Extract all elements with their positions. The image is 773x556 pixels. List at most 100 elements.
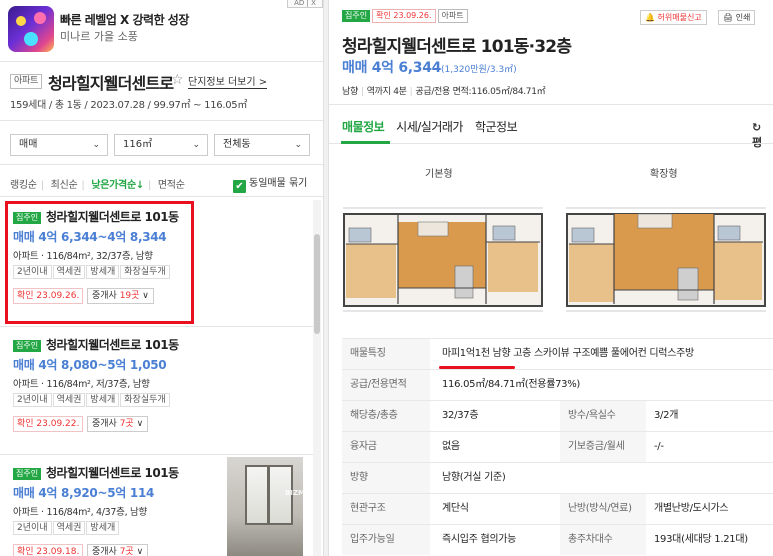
row-key: 현관구조	[342, 494, 430, 524]
group-same-listings-toggle[interactable]: ✔ 동일매물 묶기	[233, 174, 307, 193]
ad-close-button[interactable]: AD | X	[287, 0, 323, 8]
agent-count-button[interactable]: 중개사 7곳 ∨	[87, 416, 149, 432]
chevron-down-icon: ⌄	[92, 140, 100, 150]
detail-unit-price: (1,320만원/3.3㎡)	[441, 65, 517, 75]
tab-school-info[interactable]: 학군정보	[475, 120, 518, 134]
meta-station: 역까지 4분	[366, 87, 407, 97]
row-key: 해당층/총층	[342, 401, 430, 431]
agent-prefix: 중개사	[92, 547, 120, 556]
row-value: 32/37층	[442, 410, 479, 421]
owner-badge: 집주인	[342, 10, 371, 22]
owner-badge: 집주인	[13, 340, 42, 352]
favorite-star-icon[interactable]: ☆	[171, 72, 184, 88]
print-button[interactable]: 🖨 인쇄	[718, 10, 756, 25]
highlight-box	[5, 201, 194, 324]
sort-latest[interactable]: 최신순	[51, 180, 78, 191]
listing-price: 매매 4억 8,080~5억 1,050	[13, 358, 167, 372]
row-key: 입주가능일	[342, 525, 430, 555]
confirmed-badge: 확인 23.09.26.	[372, 9, 436, 23]
row-value: 없음	[442, 441, 460, 452]
trade-type-select[interactable]: 매매 ⌄	[10, 134, 108, 156]
photo-watermark: BIZMI	[285, 489, 308, 497]
listing-photo[interactable]: BIZMI	[227, 457, 308, 556]
table-row: 해당층/총층 32/37층 방수/욕실수 3/2개	[342, 400, 773, 431]
complex-summary: 159세대 / 총 1동 / 2023.07.28 / 99.97㎡ ~ 116…	[10, 100, 248, 111]
listing-desc: 아파트 · 116/84m², 저/37층, 남향	[13, 379, 150, 390]
tab-underline	[329, 143, 773, 144]
row-key: 방향	[342, 463, 430, 493]
listing-tag: 방세개	[86, 393, 120, 407]
row-value: 마피1억1천 남향 고층 스카이뷰 구조예쁨 풀에어컨 디럭스주방	[442, 348, 694, 359]
table-row: 방향 남향(거실 기준)	[342, 462, 773, 493]
floorplan-basic-label: 기본형	[425, 169, 453, 180]
scrollbar-thumb[interactable]	[314, 234, 320, 334]
agent-count-button[interactable]: 중개사 7곳 ∨	[87, 544, 149, 556]
ad-banner[interactable]: 빠른 레벨업 X 강력한 성장 미나르 가을 소풍 AD | X	[0, 0, 323, 62]
chevron-down-icon: ∨	[133, 419, 144, 429]
ad-thumbnail[interactable]	[8, 6, 54, 52]
listing-name: 청라힐지웰더센트로 101동	[46, 466, 179, 480]
ad-subtitle: 미나르 가을 소풍	[60, 30, 138, 43]
complex-info-more-link[interactable]: 단지정보 더보기 >	[188, 77, 268, 89]
agent-count: 7곳	[119, 419, 134, 429]
ad-title[interactable]: 빠른 레벨업 X 강력한 성장	[60, 11, 189, 28]
chevron-down-icon: ⌄	[192, 140, 200, 150]
divider	[0, 196, 323, 197]
divider	[329, 104, 773, 105]
row-key: 난방(방식/연료)	[560, 494, 646, 524]
dong-select[interactable]: 전체동 ⌄	[214, 134, 310, 156]
table-row: 매물특징 마피1억1천 남향 고층 스카이뷰 구조예쁨 풀에어컨 디럭스주방	[342, 338, 773, 369]
row-value: 계단식	[442, 503, 469, 514]
row-key: 공급/전용면적	[342, 370, 430, 400]
row-value: 3/2개	[654, 410, 679, 421]
divider	[0, 120, 323, 121]
complex-name: 청라힐지웰더센트로	[48, 74, 174, 93]
confirmed-date-badge: 확인 23.09.18.	[13, 544, 84, 556]
sort-area[interactable]: 면적순	[158, 180, 185, 191]
chevron-down-icon: ∨	[133, 547, 144, 556]
listing-item[interactable]: 집주인 청라힐지웰더센트로 101동 매매 4억 8,080~5억 1,050 …	[0, 327, 313, 455]
trade-type-value: 매매	[19, 139, 38, 150]
group-same-listings-label: 동일매물 묶기	[249, 178, 308, 189]
floorplan-extended-image[interactable]	[566, 204, 766, 314]
owner-badge: 집주인	[13, 468, 42, 480]
row-value: 남향(거실 기준)	[442, 472, 506, 483]
sort-low-price[interactable]: 낮은가격순↓	[91, 180, 144, 191]
row-key: 총주차대수	[560, 525, 646, 555]
floorplan-basic-image[interactable]	[343, 204, 543, 314]
tab-price-history[interactable]: 시세/실거래가	[396, 120, 463, 134]
dong-value: 전체동	[223, 139, 251, 150]
listing-scrollbar[interactable]	[313, 200, 321, 556]
floorplan-extended-label: 확장형	[650, 169, 678, 180]
tab-active-indicator	[341, 141, 390, 144]
listing-tag: 방세개	[86, 521, 120, 535]
tab-listing-info[interactable]: 매물정보	[342, 120, 385, 134]
row-key: 방수/욕실수	[560, 401, 646, 431]
listing-tag: 역세권	[52, 521, 86, 535]
confirmed-date-badge: 확인 23.09.22.	[13, 416, 84, 432]
listing-price: 매매 4억 8,920~5억 114	[13, 486, 155, 500]
listing-tags: 2년이내 역세권 방세개	[13, 521, 120, 535]
pyeong-toggle-button[interactable]: ↻ 평	[752, 121, 773, 150]
row-value: 116.05㎡/84.71㎡(전용률73%)	[442, 379, 581, 390]
meta-area: 공급/전용 면적:116.05㎡/84.71㎡	[415, 87, 546, 97]
sort-ranking[interactable]: 랭킹순	[10, 180, 37, 191]
listing-desc: 아파트 · 116/84m², 4/37층, 남향	[13, 507, 147, 518]
detail-badges: 집주인 확인 23.09.26. 아파트	[342, 9, 470, 23]
detail-tabs: 매물정보 시세/실거래가 학군정보	[342, 118, 529, 135]
area-select[interactable]: 116㎡ ⌄	[114, 134, 208, 156]
row-value: 개별난방/도시가스	[654, 503, 729, 514]
checkbox-checked-icon[interactable]: ✔	[233, 180, 246, 193]
panel-splitter[interactable]	[323, 0, 329, 556]
row-key: 융자금	[342, 432, 430, 462]
table-row: 공급/전용면적 116.05㎡/84.71㎡(전용률73%)	[342, 369, 773, 400]
table-row: 융자금 없음 기보증금/월세 -/-	[342, 431, 773, 462]
row-value: -/-	[654, 441, 664, 452]
table-row: 입주가능일 즉시입주 협의가능 총주차대수 193대(세대당 1.21대)	[342, 524, 773, 555]
table-row: 현관구조 계단식 난방(방식/연료) 개별난방/도시가스	[342, 493, 773, 524]
agent-count: 7곳	[119, 547, 134, 556]
row-value: 즉시입주 협의가능	[442, 534, 517, 545]
report-false-listing-button[interactable]: 🔔 허위매물신고	[640, 10, 707, 25]
divider	[0, 164, 323, 165]
listing-tags: 2년이내 역세권 방세개 화장실두개	[13, 393, 171, 407]
